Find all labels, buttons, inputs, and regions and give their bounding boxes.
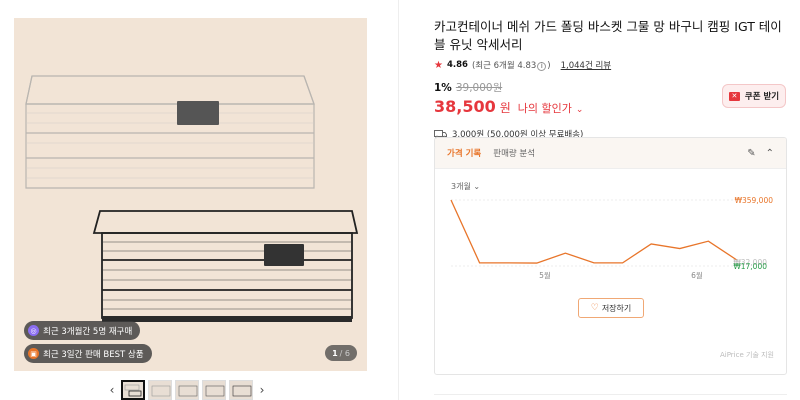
my-discount-price-toggle[interactable]: 나의 할인가 (518, 100, 572, 116)
gift-icon: ▣ (28, 348, 39, 359)
image-counter-total: / 6 (339, 348, 350, 358)
repurchase-badge-text: 최근 3개월간 5명 재구매 (43, 326, 133, 337)
save-button[interactable]: ♡ 저장하기 (578, 298, 644, 318)
edit-icon[interactable]: ✎ (747, 148, 755, 159)
chevron-down-icon[interactable]: ⌄ (576, 105, 584, 115)
repurchase-icon: ◎ (28, 325, 39, 336)
review-count-link[interactable]: 1,044건 리뷰 (561, 59, 612, 71)
save-button-label: 저장하기 (601, 303, 632, 313)
best-seller-badge-text: 최근 3일간 판매 BEST 상품 (43, 349, 144, 360)
price-history-card: 가격 기록 판매량 분석 ✎ ⌃ 3개월 ⌄ ₩359,000 ₩32,000 ₩1… (434, 137, 787, 375)
coupon-icon: ✕ (728, 91, 740, 101)
rating-row: ★ 4.86 (최근 6개월 4.83 i) 1,044건 리뷰 (434, 59, 789, 71)
coupon-button[interactable]: ✕ 쿠폰 받기 (722, 84, 786, 108)
product-info: 카고컨테이너 메쉬 가드 폴딩 바스켓 그물 망 바구니 캠핑 IGT 테이블 … (434, 18, 789, 140)
image-counter-current: 1 (332, 348, 338, 358)
thumbnail-2[interactable] (148, 380, 172, 400)
info-icon[interactable]: i (537, 62, 547, 71)
aiprice-credit: AiPrice 기술 지원 (719, 351, 774, 359)
x-tick-label: 5월 (539, 270, 551, 280)
product-image-gallery[interactable]: ◎ 최근 3개월간 5명 재구매 ▣ 최근 3일간 판매 BEST 상품 1 /… (14, 18, 367, 371)
thumbnail-prev-icon[interactable]: ‹ (106, 383, 118, 397)
product-image (25, 75, 359, 322)
chevron-up-icon[interactable]: ⌃ (766, 148, 774, 159)
section-divider (434, 394, 787, 395)
coupon-button-label: 쿠폰 받기 (744, 92, 780, 102)
thumbnail-next-icon[interactable]: › (256, 383, 268, 397)
tab-price-history[interactable]: 가격 기록 (447, 147, 481, 159)
discount-percent: 1% (434, 81, 452, 94)
column-divider (398, 0, 399, 400)
thumbnail-1[interactable] (121, 380, 145, 400)
repurchase-badge: ◎ 최근 3개월간 5명 재구매 (24, 321, 141, 340)
best-seller-badge: ▣ 최근 3일간 판매 BEST 상품 (24, 344, 152, 363)
price-unit: 원 (499, 101, 511, 115)
price-history-chart: ₩359,000₩32,000₩17,0005월 6월 (450, 196, 774, 280)
max-price-label: ₩359,000 (735, 196, 774, 205)
rating-value: 4.86 (446, 60, 468, 70)
min-price-label: ₩17,000 (733, 262, 767, 271)
original-price: 39,000원 (455, 82, 503, 94)
x-tick-label: 6월 (691, 270, 703, 280)
thumbnail-3[interactable] (175, 380, 199, 400)
price-series-line (450, 199, 738, 264)
sale-price: 38,500 (434, 97, 496, 116)
star-icon: ★ (434, 59, 443, 71)
product-title: 카고컨테이너 메쉬 가드 폴딩 바스켓 그물 망 바구니 캠핑 IGT 테이블 … (434, 19, 782, 52)
thumbnail-strip: ‹ › (106, 380, 268, 400)
tab-sales-analysis[interactable]: 판매량 분석 (493, 147, 535, 159)
image-counter: 1 / 6 (325, 345, 357, 361)
thumbnail-4[interactable] (202, 380, 226, 400)
thumbnail-5[interactable] (229, 380, 253, 400)
heart-icon: ♡ (590, 303, 599, 313)
rating-recent: (최근 6개월 4.83 i) (471, 61, 551, 71)
price-history-header: 가격 기록 판매량 분석 ✎ ⌃ (435, 138, 786, 169)
